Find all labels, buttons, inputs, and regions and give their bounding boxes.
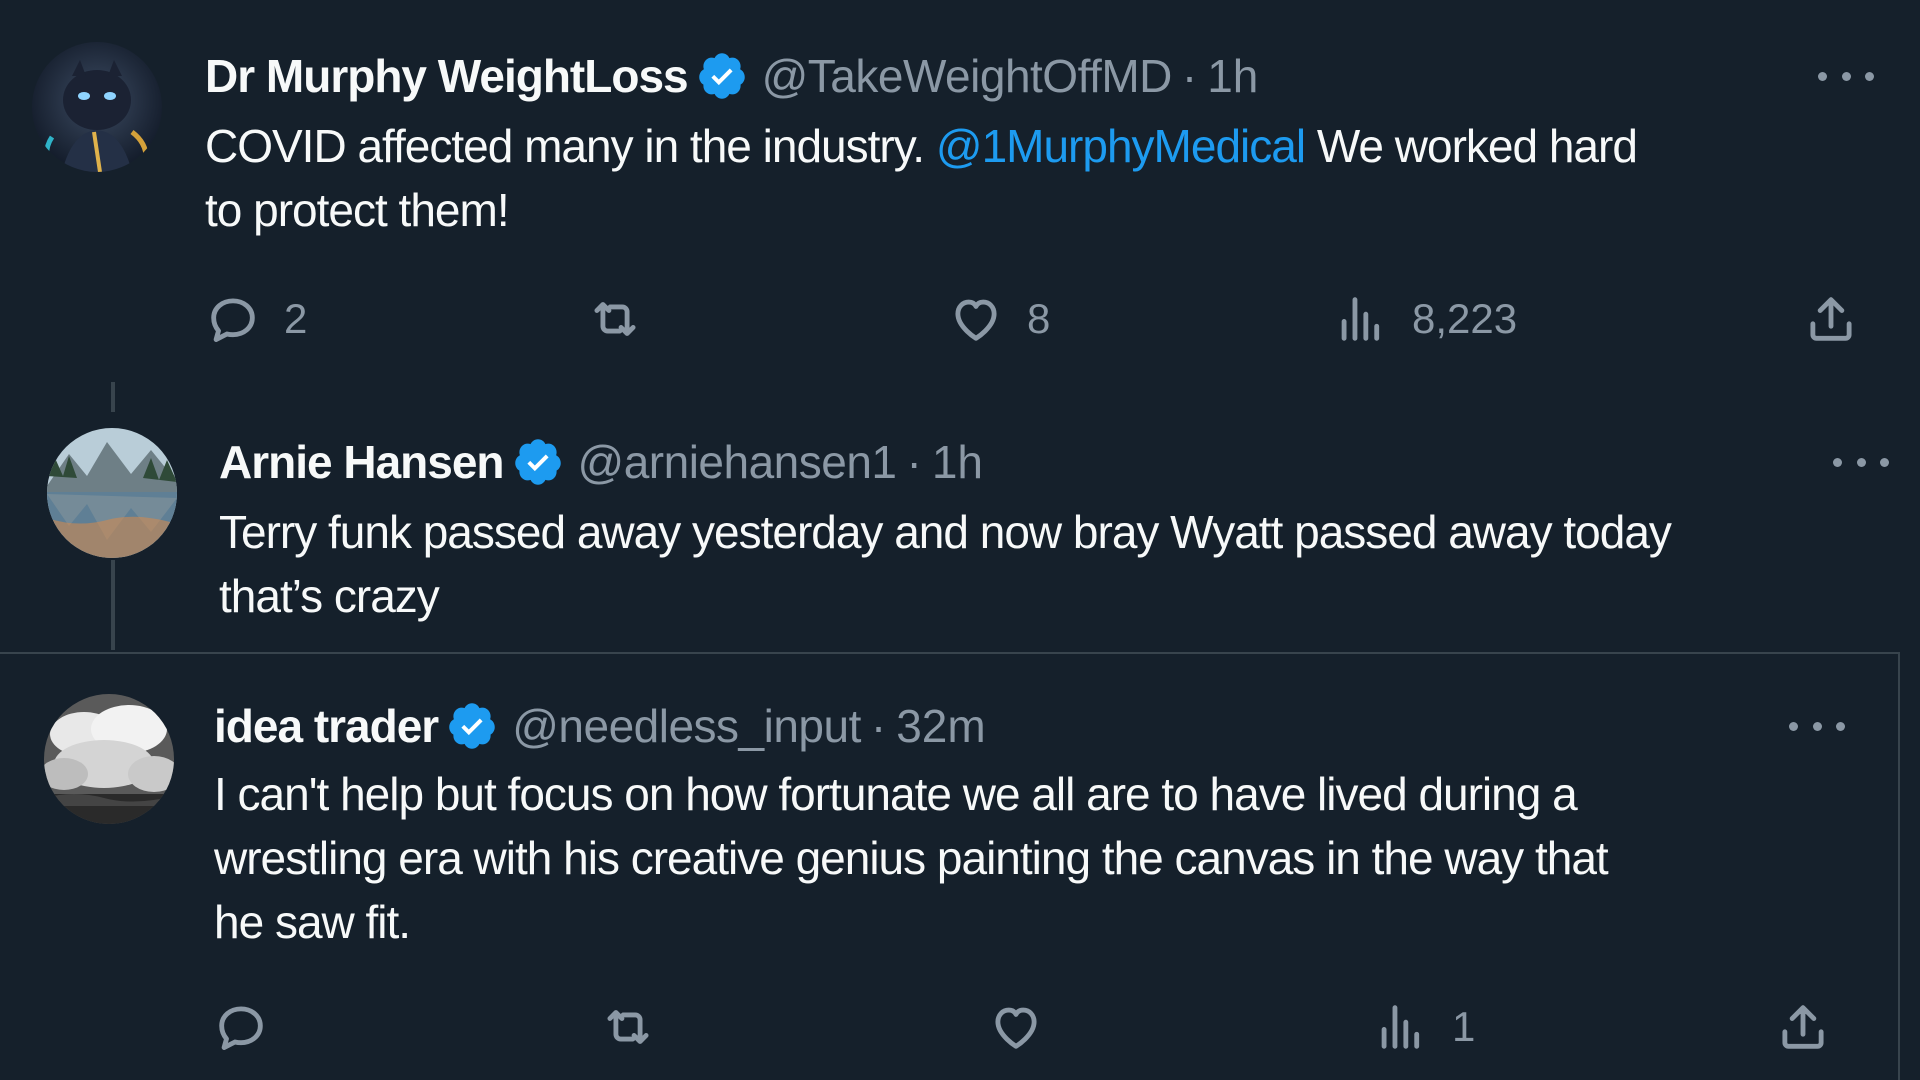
reply-button[interactable] bbox=[212, 998, 292, 1056]
share-button[interactable] bbox=[1802, 290, 1860, 348]
more-options-icon[interactable] bbox=[1789, 716, 1845, 736]
like-button[interactable]: 8 bbox=[947, 290, 1050, 348]
verified-badge-icon[interactable] bbox=[512, 436, 564, 488]
timestamp[interactable]: 1h bbox=[1207, 48, 1258, 104]
tweet-header: Dr Murphy WeightLoss @TakeWeightOffMD · … bbox=[205, 48, 1258, 104]
tweet-actions: 2 8 8,223 bbox=[0, 290, 1920, 350]
tweet-text-line-2: wrestling era with his creative genius p… bbox=[214, 832, 1609, 884]
tweet-idea-trader[interactable]: idea trader @needless_input · 32m I can'… bbox=[0, 652, 1900, 1080]
tweet-text-line-3: he saw fit. bbox=[214, 896, 411, 948]
reply-count: 2 bbox=[284, 295, 308, 342]
tweet-text-line-1: I can't help but focus on how fortunate … bbox=[214, 768, 1578, 820]
tweet-text-part: We worked hard bbox=[1305, 120, 1638, 172]
tweet-text: COVID affected many in the industry. @1M… bbox=[205, 114, 1845, 242]
tweet-text-part: COVID affected many in the industry. bbox=[205, 120, 936, 172]
reply-button[interactable]: 2 bbox=[204, 290, 307, 348]
tweet-text: Terry funk passed away yesterday and now… bbox=[219, 500, 1879, 628]
views-count: 1 bbox=[1452, 1003, 1476, 1050]
user-handle[interactable]: @needless_input bbox=[512, 698, 861, 754]
views-count: 8,223 bbox=[1412, 295, 1518, 342]
header-separator: · bbox=[870, 700, 887, 752]
heart-icon bbox=[955, 299, 997, 341]
retweet-icon bbox=[594, 302, 636, 336]
views-icon bbox=[1381, 1005, 1420, 1049]
reply-icon bbox=[211, 298, 255, 342]
more-options-icon[interactable] bbox=[1833, 452, 1889, 472]
mention-link[interactable]: @1MurphyMedical bbox=[936, 120, 1306, 172]
avatar[interactable] bbox=[44, 694, 174, 824]
share-icon bbox=[1782, 1005, 1824, 1049]
tweet-arnie-hansen[interactable]: Arnie Hansen @arniehansen1 · 1h Terry fu… bbox=[0, 380, 1920, 652]
verified-badge-icon[interactable] bbox=[446, 700, 498, 752]
share-icon bbox=[1810, 297, 1852, 341]
tweet-thread: Dr Murphy WeightLoss @TakeWeightOffMD · … bbox=[0, 0, 1920, 1080]
avatar[interactable] bbox=[47, 428, 177, 558]
header-separator: · bbox=[1181, 50, 1198, 102]
tweet-header: Arnie Hansen @arniehansen1 · 1h bbox=[219, 434, 983, 490]
tweet-text-line-1: COVID affected many in the industry. @1M… bbox=[205, 114, 1845, 178]
display-name[interactable]: idea trader bbox=[214, 698, 439, 754]
like-count: 8 bbox=[1027, 295, 1051, 342]
avatar[interactable] bbox=[32, 42, 162, 172]
user-handle[interactable]: @TakeWeightOffMD bbox=[762, 48, 1173, 104]
tweet-text: I can't help but focus on how fortunate … bbox=[214, 762, 1874, 954]
views-button[interactable]: 8,223 bbox=[1332, 290, 1517, 348]
display-name[interactable]: Dr Murphy WeightLoss bbox=[205, 48, 689, 104]
timestamp[interactable]: 32m bbox=[896, 698, 985, 754]
timestamp[interactable]: 1h bbox=[932, 434, 983, 490]
retweet-icon bbox=[607, 1010, 649, 1044]
tweet-dr-murphy[interactable]: Dr Murphy WeightLoss @TakeWeightOffMD · … bbox=[0, 0, 1920, 380]
verified-badge-icon[interactable] bbox=[696, 50, 748, 102]
more-options-icon[interactable] bbox=[1818, 66, 1874, 86]
avatar-clouds-image bbox=[44, 694, 174, 824]
avatar-panther-image bbox=[32, 42, 162, 172]
tweet-text-line-2: to protect them! bbox=[205, 184, 510, 236]
heart-icon bbox=[995, 1007, 1037, 1049]
tweet-actions: 1 bbox=[0, 998, 1898, 1058]
views-button[interactable]: 1 bbox=[1372, 998, 1475, 1056]
display-name[interactable]: Arnie Hansen bbox=[219, 434, 505, 490]
user-handle[interactable]: @arniehansen1 bbox=[578, 434, 897, 490]
views-icon bbox=[1341, 297, 1380, 341]
retweet-button[interactable] bbox=[586, 290, 666, 348]
tweet-header: idea trader @needless_input · 32m bbox=[214, 698, 986, 754]
tweet-text-line-1: Terry funk passed away yesterday and now… bbox=[219, 506, 1672, 558]
like-button[interactable] bbox=[987, 998, 1067, 1056]
retweet-button[interactable] bbox=[599, 998, 679, 1056]
avatar-lake-image bbox=[47, 428, 177, 558]
reply-icon bbox=[219, 1006, 263, 1050]
share-button[interactable] bbox=[1774, 998, 1832, 1056]
tweet-text-line-2: that’s crazy bbox=[219, 570, 440, 622]
header-separator: · bbox=[906, 436, 922, 488]
